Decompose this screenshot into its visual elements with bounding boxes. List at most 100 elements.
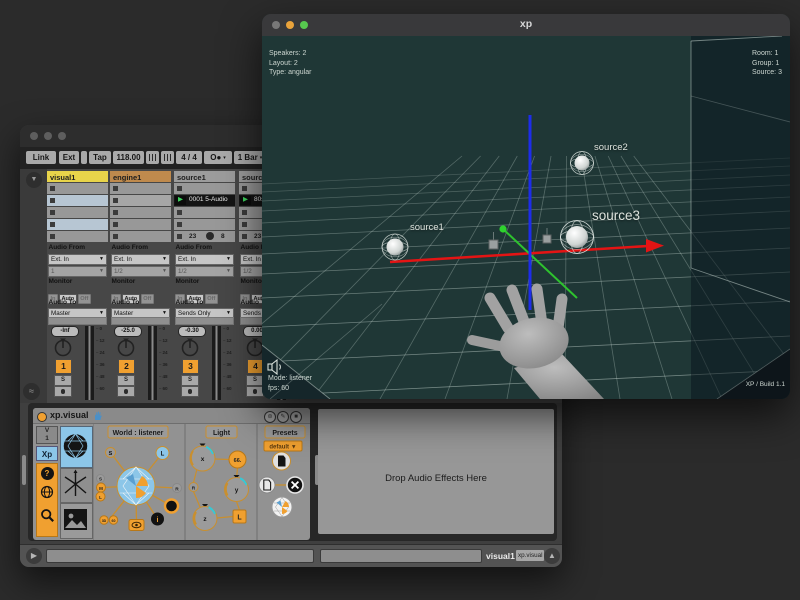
globe-icon[interactable] [40,485,54,499]
solo-button[interactable]: S [117,375,135,386]
clip-pan-knob[interactable] [206,232,214,240]
clip-slot[interactable] [174,219,235,230]
clip-slot[interactable]: 238 [174,231,235,242]
light-y-knob[interactable]: y [225,475,249,502]
load-preset-icon[interactable] [259,477,275,493]
clip-slot[interactable] [174,183,235,194]
clip-slot[interactable] [110,219,171,230]
clip-stop-button[interactable] [242,186,248,192]
listener-sphere-icon[interactable] [117,467,155,505]
track-activator-button[interactable]: 2 [118,359,135,374]
track-title[interactable]: visual1 [47,171,108,182]
clip-slot[interactable] [110,207,171,218]
magnifier-icon[interactable] [40,508,55,523]
clip-slot[interactable] [174,207,235,218]
clip-stop-button[interactable] [177,222,183,228]
device-view-scroll-handle[interactable] [22,455,26,485]
playing-clip[interactable]: ▶0001 5-Audio [174,195,235,206]
clip-slot[interactable] [110,231,171,242]
device-on-button[interactable] [37,412,47,422]
clip-stop-button[interactable] [177,210,183,216]
solo-button[interactable]: S [54,375,72,386]
image-view-button[interactable] [60,503,93,539]
xp-3d-viewport[interactable]: Speakers: 2 Layout: 2 Type: angular Room… [262,36,790,399]
device-titlebar[interactable]: xp.visual ⊜ ✎ ■ [33,408,310,424]
clip-stop-button[interactable] [113,186,119,192]
z-axis-handle[interactable] [499,225,506,232]
input-type-chooser[interactable]: Ext. In▼ [111,254,170,265]
track-activator-button[interactable]: 3 [182,359,199,374]
input-type-chooser[interactable]: Ext. In▼ [175,254,234,265]
groove-amount[interactable]: O●▾ [204,151,232,164]
preview-play-icon[interactable]: ▶ [26,548,42,564]
link-button[interactable]: Link [26,151,56,164]
clip-stop-button[interactable] [50,186,56,192]
drop-audio-effects-zone[interactable]: Drop Audio Effects Here [318,409,554,534]
arm-button[interactable] [54,386,72,397]
clip-stop-button[interactable] [50,234,56,240]
clip-slot[interactable] [110,195,171,206]
expand-icon[interactable]: ▲ [544,548,560,564]
selected-device-label[interactable]: xp.visual [516,550,544,561]
clip-stop-button[interactable] [113,198,119,204]
monitor-off-button[interactable]: Off [205,294,218,304]
input-channel-chooser[interactable]: 1▼ [48,266,107,277]
volume-field[interactable]: -Inf [51,326,79,337]
input-channel-chooser[interactable]: 1/2▼ [111,266,170,277]
xp-tab-button[interactable]: Xp [36,446,58,461]
track-activator-button[interactable]: 1 [55,359,72,374]
clip-stop-button[interactable] [50,222,56,228]
record-ring-button[interactable] [165,500,178,513]
edit-device-icon[interactable]: ✎ [277,411,289,423]
light-x-knob[interactable]: x [190,444,215,472]
clip-slot[interactable] [47,183,108,194]
clip-stop-button[interactable] [242,234,248,240]
time-signature-field[interactable]: 4 / 4 [176,151,202,164]
clip-stop-button[interactable] [242,222,248,228]
clip-stop-button[interactable] [113,210,119,216]
sphere-view-button[interactable] [60,426,93,468]
clip-stop-button[interactable] [50,198,56,204]
clip-slot[interactable] [47,219,108,230]
clip-slot[interactable] [110,183,171,194]
arm-button[interactable] [117,386,135,397]
zoom-button[interactable] [58,132,66,140]
volume-field[interactable]: -0.30 [178,326,206,337]
close-button[interactable] [30,132,38,140]
clip-stop-button[interactable] [113,234,119,240]
nudge-down-icon[interactable] [146,151,159,164]
clip-slot[interactable] [47,195,108,206]
clip-stop-button[interactable] [113,222,119,228]
clip-stop-button[interactable] [50,210,56,216]
xp-titlebar[interactable]: xp [262,14,790,37]
delete-preset-button[interactable] [287,477,303,493]
clip-slot[interactable] [47,231,108,242]
light-z-knob[interactable]: z [193,504,217,531]
clip-stop-button[interactable] [177,186,183,192]
clip-play-icon[interactable]: ▶ [240,196,251,205]
returns-toggle-icon[interactable]: ≈ [23,383,40,400]
volume-field[interactable]: -25.0 [114,326,142,337]
version-button[interactable]: V1 [36,426,58,444]
ext-button[interactable]: Ext [59,151,79,164]
nudge-up-icon[interactable] [161,151,174,164]
clip-stop-button[interactable] [242,210,248,216]
input-type-chooser[interactable]: Ext. In▼ [48,254,107,265]
solo-button[interactable]: S [181,375,199,386]
clip-slot[interactable] [47,207,108,218]
new-preset-icon[interactable] [273,452,291,470]
track-title[interactable]: engine1 [110,171,171,182]
eye-button[interactable] [129,520,144,531]
arm-button[interactable] [181,386,199,397]
clip-play-icon[interactable]: ▶ [175,196,186,205]
axes-view-button[interactable] [60,468,93,503]
monitor-off-button[interactable]: Off [78,294,91,304]
help-button[interactable]: ? [41,467,54,480]
collapse-arrow-icon[interactable]: ▼ [26,172,42,188]
minimize-button[interactable] [44,132,52,140]
monitor-off-button[interactable]: Off [141,294,154,304]
input-channel-chooser[interactable]: 1/2▼ [175,266,234,277]
track-title[interactable]: source1 [174,171,235,182]
save-preset-icon[interactable]: ■ [290,411,302,423]
tempo-field[interactable]: 118.00 [113,151,144,164]
